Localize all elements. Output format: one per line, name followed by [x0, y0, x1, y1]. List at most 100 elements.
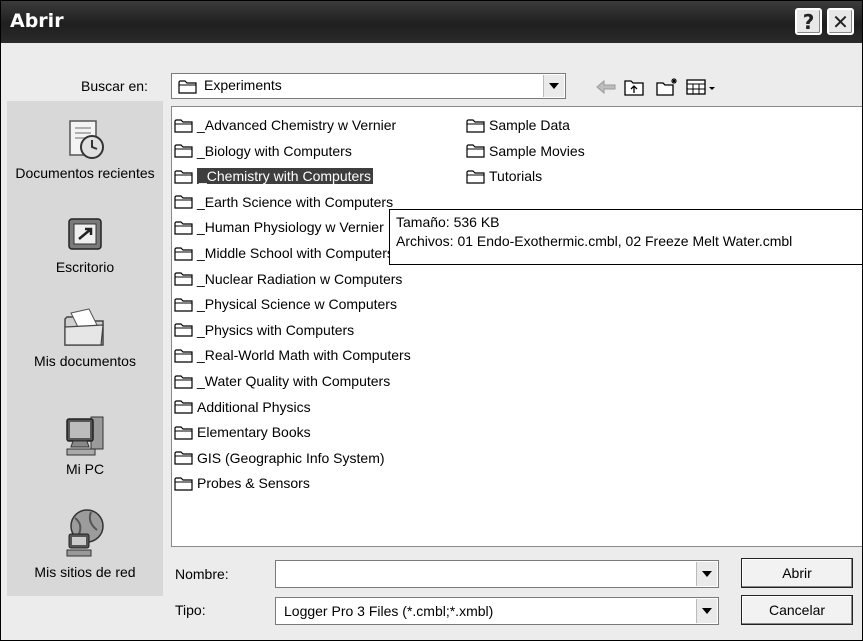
cancel-button[interactable]: Cancelar	[741, 595, 853, 625]
tooltip-files: Archivos: 01 Endo-Exothermic.cmbl, 02 Fr…	[396, 233, 793, 249]
place-my-documents[interactable]: Mis documentos	[7, 305, 163, 370]
list-item-label: _Physical Science w Computers	[197, 296, 397, 313]
desktop-icon	[68, 218, 102, 250]
filetype-value: Logger Pro 3 Files (*.cmbl;*.xmbl)	[284, 603, 494, 619]
filetype-combo[interactable]: Logger Pro 3 Files (*.cmbl;*.xmbl)	[275, 597, 719, 625]
back-icon[interactable]	[595, 77, 617, 97]
lookin-dropdown-button[interactable]	[543, 75, 564, 97]
place-my-computer[interactable]: Mi PC	[7, 411, 163, 478]
folder-icon	[174, 118, 193, 133]
list-item-label: Tutorials	[489, 168, 543, 185]
folder-icon	[174, 298, 193, 312]
list-item-label: GIS (Geographic Info System)	[197, 449, 385, 466]
folder-icon	[466, 170, 485, 184]
folder-tooltip: Tamaño: 536 KB Archivos: 01 Endo-Exother…	[389, 209, 862, 265]
list-item[interactable]: _Biology with Computers	[174, 141, 352, 161]
place-network[interactable]: Mis sitios de red	[7, 506, 163, 581]
folder-icon	[466, 118, 485, 133]
open-dialog: Abrir ? ✕ Buscar en: Experiments Documen…	[0, 0, 863, 641]
recent-documents-icon	[69, 120, 104, 159]
lookin-combo[interactable]: Experiments	[171, 73, 566, 99]
folder-icon	[178, 80, 197, 94]
lookin-value: Experiments	[204, 77, 282, 93]
list-item[interactable]: Elementary Books	[174, 422, 311, 442]
list-item-label: Sample Movies	[489, 142, 585, 159]
filetype-dropdown-button[interactable]	[696, 599, 717, 623]
place-recent-documents[interactable]: Documentos recientes	[7, 115, 163, 182]
place-label: Escritorio	[55, 259, 115, 275]
list-item[interactable]: _Nuclear Radiation w Computers	[174, 269, 402, 289]
list-item[interactable]: GIS (Geographic Info System)	[174, 448, 385, 468]
help-icon: ?	[802, 9, 815, 34]
folder-icon	[174, 221, 193, 235]
list-item[interactable]: _Advanced Chemistry w Vernier	[174, 115, 396, 135]
list-item-label: _Middle School with Computers	[197, 245, 394, 261]
list-item[interactable]: _Middle School with Computers	[174, 243, 394, 263]
view-menu-icon[interactable]	[685, 77, 717, 97]
list-item[interactable]: Probes & Sensors	[174, 473, 310, 493]
list-item[interactable]: _Earth Science with Computers	[174, 192, 393, 212]
chevron-down-icon	[702, 608, 712, 614]
list-item-label: _Real-World Math with Computers	[197, 347, 411, 364]
new-folder-icon[interactable]	[655, 77, 679, 97]
list-item-label: Sample Data	[489, 117, 570, 133]
close-button[interactable]: ✕	[827, 8, 854, 35]
list-item-label: _Water Quality with Computers	[197, 373, 391, 389]
tooltip-size: Tamaño: 536 KB	[396, 214, 500, 230]
folder-icon	[174, 477, 193, 491]
list-item[interactable]: _Human Physiology w Vernier	[174, 217, 384, 237]
filename-label: Nombre:	[175, 566, 229, 582]
list-item[interactable]: _Water Quality with Computers	[174, 371, 390, 391]
list-item[interactable]: Tutorials	[466, 166, 542, 186]
list-item[interactable]: Additional Physics	[174, 397, 311, 417]
chevron-down-icon	[549, 83, 559, 89]
list-item[interactable]: _Real-World Math with Computers	[174, 345, 411, 365]
list-item-label: Elementary Books	[197, 424, 311, 441]
title-bar[interactable]: Abrir ? ✕	[1, 1, 862, 43]
folder-icon	[174, 195, 193, 209]
window-title: Abrir	[10, 10, 64, 32]
folder-icon	[174, 400, 193, 414]
chevron-down-icon	[702, 571, 712, 577]
list-item[interactable]: _Chemistry with Computers	[174, 166, 373, 186]
list-item-label: Probes & Sensors	[197, 475, 310, 492]
folder-icon	[174, 272, 193, 286]
list-item-label: _Human Physiology w Vernier	[197, 219, 384, 236]
places-bar: Documentos recientes Escritorio Mis docu…	[7, 101, 163, 596]
folder-icon	[174, 144, 193, 158]
place-desktop[interactable]: Escritorio	[7, 213, 163, 276]
folder-icon	[174, 323, 193, 337]
file-list[interactable]: _Advanced Chemistry w Vernier _Biology wi…	[171, 106, 862, 547]
list-item-label: _Nuclear Radiation w Computers	[197, 270, 403, 287]
network-places-icon	[66, 509, 104, 557]
up-folder-icon[interactable]	[623, 77, 645, 97]
list-item-label: _Biology with Computers	[197, 142, 352, 159]
help-button[interactable]: ?	[795, 8, 822, 35]
folder-icon	[466, 144, 485, 158]
folder-icon	[174, 374, 193, 389]
lookin-label: Buscar en:	[81, 78, 148, 94]
list-item[interactable]: Sample Data	[466, 115, 570, 135]
folder-icon	[174, 426, 193, 440]
list-item[interactable]: _Physics with Computers	[174, 320, 354, 340]
place-label: Mis sitios de red	[34, 564, 136, 580]
folder-icon	[174, 451, 193, 465]
filename-combo[interactable]	[275, 560, 719, 588]
my-documents-icon	[64, 308, 104, 346]
my-computer-icon	[66, 416, 104, 456]
list-item[interactable]: Sample Movies	[466, 141, 585, 161]
list-item[interactable]: _Physical Science w Computers	[174, 294, 397, 314]
list-item-label: _Earth Science with Computers	[197, 193, 394, 210]
list-item-label: _Chemistry with Computers	[197, 168, 373, 185]
place-label: Documentos recientes	[15, 165, 155, 181]
filename-dropdown-button[interactable]	[696, 562, 717, 586]
list-item-label: _Physics with Computers	[197, 321, 355, 338]
open-button[interactable]: Abrir	[741, 558, 853, 588]
filetype-label: Tipo:	[175, 602, 206, 618]
folder-icon	[174, 349, 193, 363]
folder-icon	[174, 246, 193, 261]
list-item-label: _Advanced Chemistry w Vernier	[197, 117, 397, 133]
place-label: Mi PC	[65, 461, 105, 477]
close-icon: ✕	[832, 9, 849, 34]
filename-input[interactable]	[278, 563, 692, 587]
